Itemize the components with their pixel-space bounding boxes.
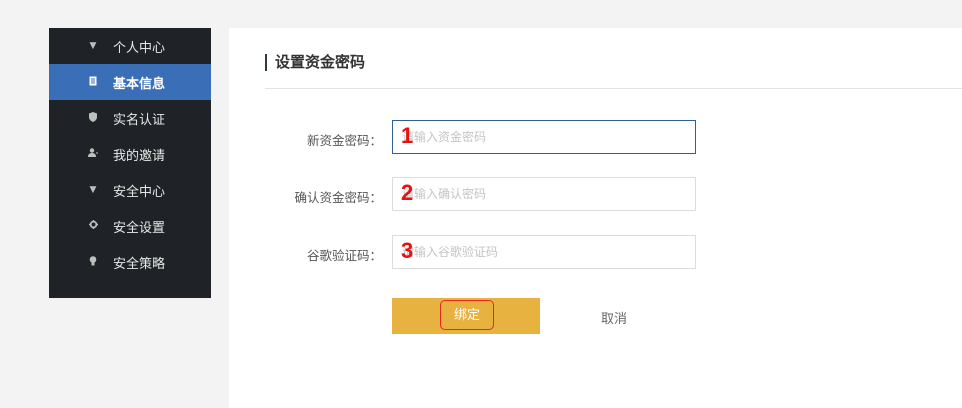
sidebar: ▼ 个人中心 基本信息 实名认证 我的邀请 ▼ 安全中心 安全设置 安全策略	[49, 28, 211, 298]
sidebar-item-label: 安全设置	[113, 220, 166, 236]
sidebar-item-label: 我的邀请	[113, 148, 166, 164]
google-code-input[interactable]	[392, 235, 696, 269]
sidebar-item-label: 安全中心	[113, 184, 166, 200]
main-panel: 设置资金密码 新资金密码： 1 确认资金密码： 2 谷歌验证码： 3 绑定 取消	[229, 28, 962, 408]
shield-icon	[87, 111, 99, 125]
cancel-button[interactable]: 取消	[601, 308, 627, 327]
sidebar-item-label: 安全策略	[113, 256, 166, 272]
sidebar-item-personal-center[interactable]: ▼ 个人中心	[49, 28, 211, 64]
lightbulb-icon	[87, 255, 99, 269]
caret-down-icon: ▼	[89, 185, 97, 195]
gear-icon	[87, 220, 99, 232]
document-icon	[87, 76, 99, 89]
user-add-icon	[87, 148, 99, 160]
sidebar-item-my-invites[interactable]: 我的邀请	[49, 136, 211, 172]
page-title: 设置资金密码	[265, 54, 365, 71]
google-code-label: 谷歌验证码：	[306, 248, 382, 263]
sidebar-item-label: 实名认证	[113, 112, 166, 128]
sidebar-item-label: 基本信息	[113, 76, 166, 92]
caret-down-icon: ▼	[89, 41, 97, 51]
title-divider	[265, 88, 962, 89]
new-fund-password-input[interactable]	[392, 120, 696, 154]
sidebar-item-label: 个人中心	[113, 40, 166, 56]
sidebar-item-real-name-auth[interactable]: 实名认证	[49, 100, 211, 136]
annotation-marker-3: 3	[401, 238, 414, 263]
bind-button[interactable]: 绑定	[392, 298, 540, 334]
sidebar-item-basic-info[interactable]: 基本信息	[49, 64, 211, 100]
bind-button-label: 绑定	[440, 300, 494, 330]
confirm-fund-password-input[interactable]	[392, 177, 696, 211]
confirm-fund-password-label: 确认资金密码：	[294, 190, 382, 205]
sidebar-item-security-policy[interactable]: 安全策略	[49, 244, 211, 280]
annotation-marker-2: 2	[401, 180, 414, 205]
sidebar-item-security-settings[interactable]: 安全设置	[49, 208, 211, 244]
new-fund-password-label: 新资金密码：	[306, 133, 382, 148]
sidebar-item-security-center[interactable]: ▼ 安全中心	[49, 172, 211, 208]
annotation-marker-1: 1	[401, 123, 414, 148]
